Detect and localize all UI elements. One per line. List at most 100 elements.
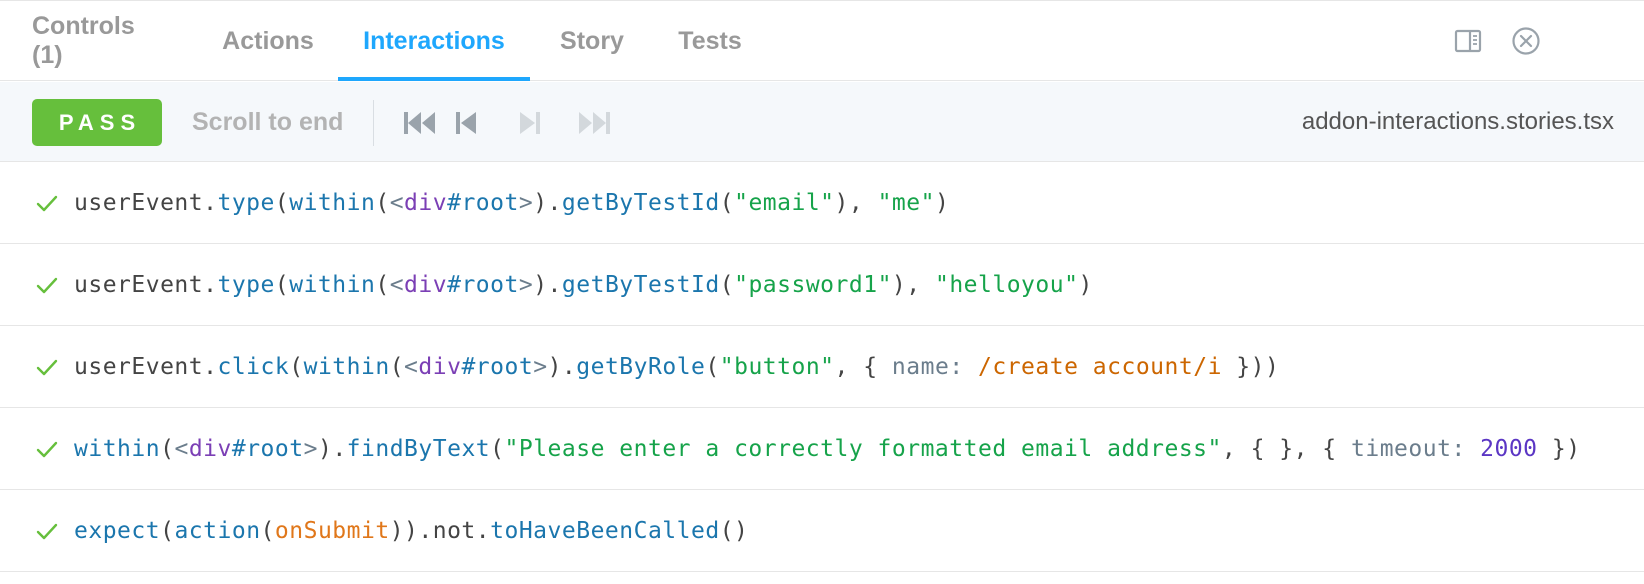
code-token: ( <box>375 271 390 298</box>
code-token: #root <box>447 271 519 298</box>
code-token: > <box>518 189 534 216</box>
code-token: userEvent <box>74 353 204 380</box>
tab-label: Tests <box>678 26 742 55</box>
code-token: click <box>217 353 290 380</box>
toggle-panel-orientation-button[interactable] <box>1452 25 1484 57</box>
code-token: < <box>174 435 189 462</box>
code-token: ( <box>490 435 505 462</box>
code-token: , { }, { <box>1221 435 1351 462</box>
go-to-start-icon <box>404 112 435 134</box>
interaction-code: within(<div#root>).findByText("Please en… <box>74 436 1581 462</box>
code-token: div <box>188 435 232 462</box>
code-token: ( <box>705 353 720 380</box>
code-token: "me" <box>877 189 935 216</box>
interaction-row[interactable]: within(<div#root>).findByText("Please en… <box>0 408 1644 490</box>
interactions-toolbar: PASS Scroll to end addon-interactions.st… <box>0 82 1644 162</box>
addon-panel: Controls (1) Actions Interactions Story … <box>0 0 1644 584</box>
code-token: getByTestId <box>561 189 720 216</box>
check-icon <box>34 190 60 216</box>
code-token: ), <box>834 189 878 216</box>
step-forward-icon <box>520 112 540 134</box>
code-token: , { <box>834 353 892 380</box>
code-token: ( <box>719 271 735 298</box>
code-token: type <box>217 271 275 298</box>
code-token: userEvent <box>74 271 204 298</box>
code-token: "helloyou" <box>934 271 1079 298</box>
code-token: ( <box>375 189 390 216</box>
check-icon <box>34 354 60 380</box>
code-token: ( <box>389 353 405 380</box>
go-to-start-button[interactable] <box>400 106 440 140</box>
code-token: ( <box>274 189 290 216</box>
code-token: )) <box>389 517 419 544</box>
tab-controls[interactable]: Controls (1) <box>32 1 166 81</box>
tab-tests[interactable]: Tests <box>678 1 742 81</box>
code-token: action <box>174 517 261 544</box>
code-token: "password1" <box>734 271 892 298</box>
code-token: ). <box>533 189 562 216</box>
code-token: /create account/i <box>978 353 1222 380</box>
code-token: within <box>289 189 376 216</box>
tab-label: Interactions <box>363 26 505 55</box>
story-file-name: addon-interactions.stories.tsx <box>1301 108 1614 135</box>
code-token: userEvent <box>74 189 204 216</box>
code-token: getByRole <box>576 353 706 380</box>
code-token: ( <box>160 517 175 544</box>
interaction-code: userEvent.click(within(<div#root>).getBy… <box>74 354 1279 380</box>
interaction-row[interactable]: userEvent.click(within(<div#root>).getBy… <box>0 326 1644 408</box>
code-token: ( <box>274 271 290 298</box>
interaction-row[interactable]: userEvent.type(within(<div#root>).getByT… <box>0 244 1644 326</box>
code-token: ( <box>719 189 735 216</box>
go-to-end-button[interactable] <box>574 106 614 140</box>
code-token: toHaveBeenCalled <box>490 517 720 544</box>
code-token: div <box>404 271 448 298</box>
code-token: < <box>389 189 405 216</box>
code-token: name: <box>891 353 979 380</box>
check-icon <box>34 272 60 298</box>
interaction-row[interactable]: expect(action(onSubmit)).not.toHaveBeenC… <box>0 490 1644 572</box>
code-token: ( <box>289 353 304 380</box>
code-token: "Please enter a correctly formatted emai… <box>504 435 1222 462</box>
code-token: ). <box>533 271 562 298</box>
code-token: ). <box>547 353 577 380</box>
tab-interactions[interactable]: Interactions <box>338 1 530 81</box>
code-token: < <box>389 271 405 298</box>
code-token: . <box>203 353 218 380</box>
code-token: "email" <box>734 189 835 216</box>
code-token: . <box>203 271 218 298</box>
code-token: #root <box>447 189 519 216</box>
code-token: ). <box>317 435 347 462</box>
code-token: div <box>418 353 462 380</box>
toolbar-divider <box>373 100 374 146</box>
code-token: expect <box>74 517 161 544</box>
interaction-row[interactable]: userEvent.type(within(<div#root>).getByT… <box>0 162 1644 244</box>
tab-label: Story <box>560 26 624 55</box>
tab-story[interactable]: Story <box>560 1 624 81</box>
code-token: onSubmit <box>274 517 390 544</box>
tab-actions[interactable]: Actions <box>222 1 314 81</box>
code-token: }) <box>1537 435 1581 462</box>
code-token: "button" <box>719 353 835 380</box>
status-badge: PASS <box>32 99 162 146</box>
code-token: timeout: <box>1351 435 1481 462</box>
check-icon <box>34 436 60 462</box>
code-token: getByTestId <box>561 271 720 298</box>
close-panel-button[interactable] <box>1510 25 1542 57</box>
step-back-icon <box>456 112 476 134</box>
code-token: ) <box>934 189 950 216</box>
code-token: > <box>303 435 318 462</box>
active-tab-indicator <box>338 77 530 81</box>
code-token: within <box>289 271 376 298</box>
step-forward-button[interactable] <box>510 106 550 140</box>
tab-label: Controls (1) <box>32 12 135 69</box>
code-token: ( <box>160 435 175 462</box>
code-token: > <box>533 353 548 380</box>
step-back-button[interactable] <box>446 106 486 140</box>
close-icon <box>1512 27 1540 55</box>
code-token: #root <box>461 353 534 380</box>
check-icon <box>34 518 60 544</box>
scroll-to-end-button[interactable]: Scroll to end <box>192 82 343 162</box>
code-token: .not. <box>418 517 491 544</box>
code-token: . <box>203 189 218 216</box>
code-token: findByText <box>346 435 491 462</box>
